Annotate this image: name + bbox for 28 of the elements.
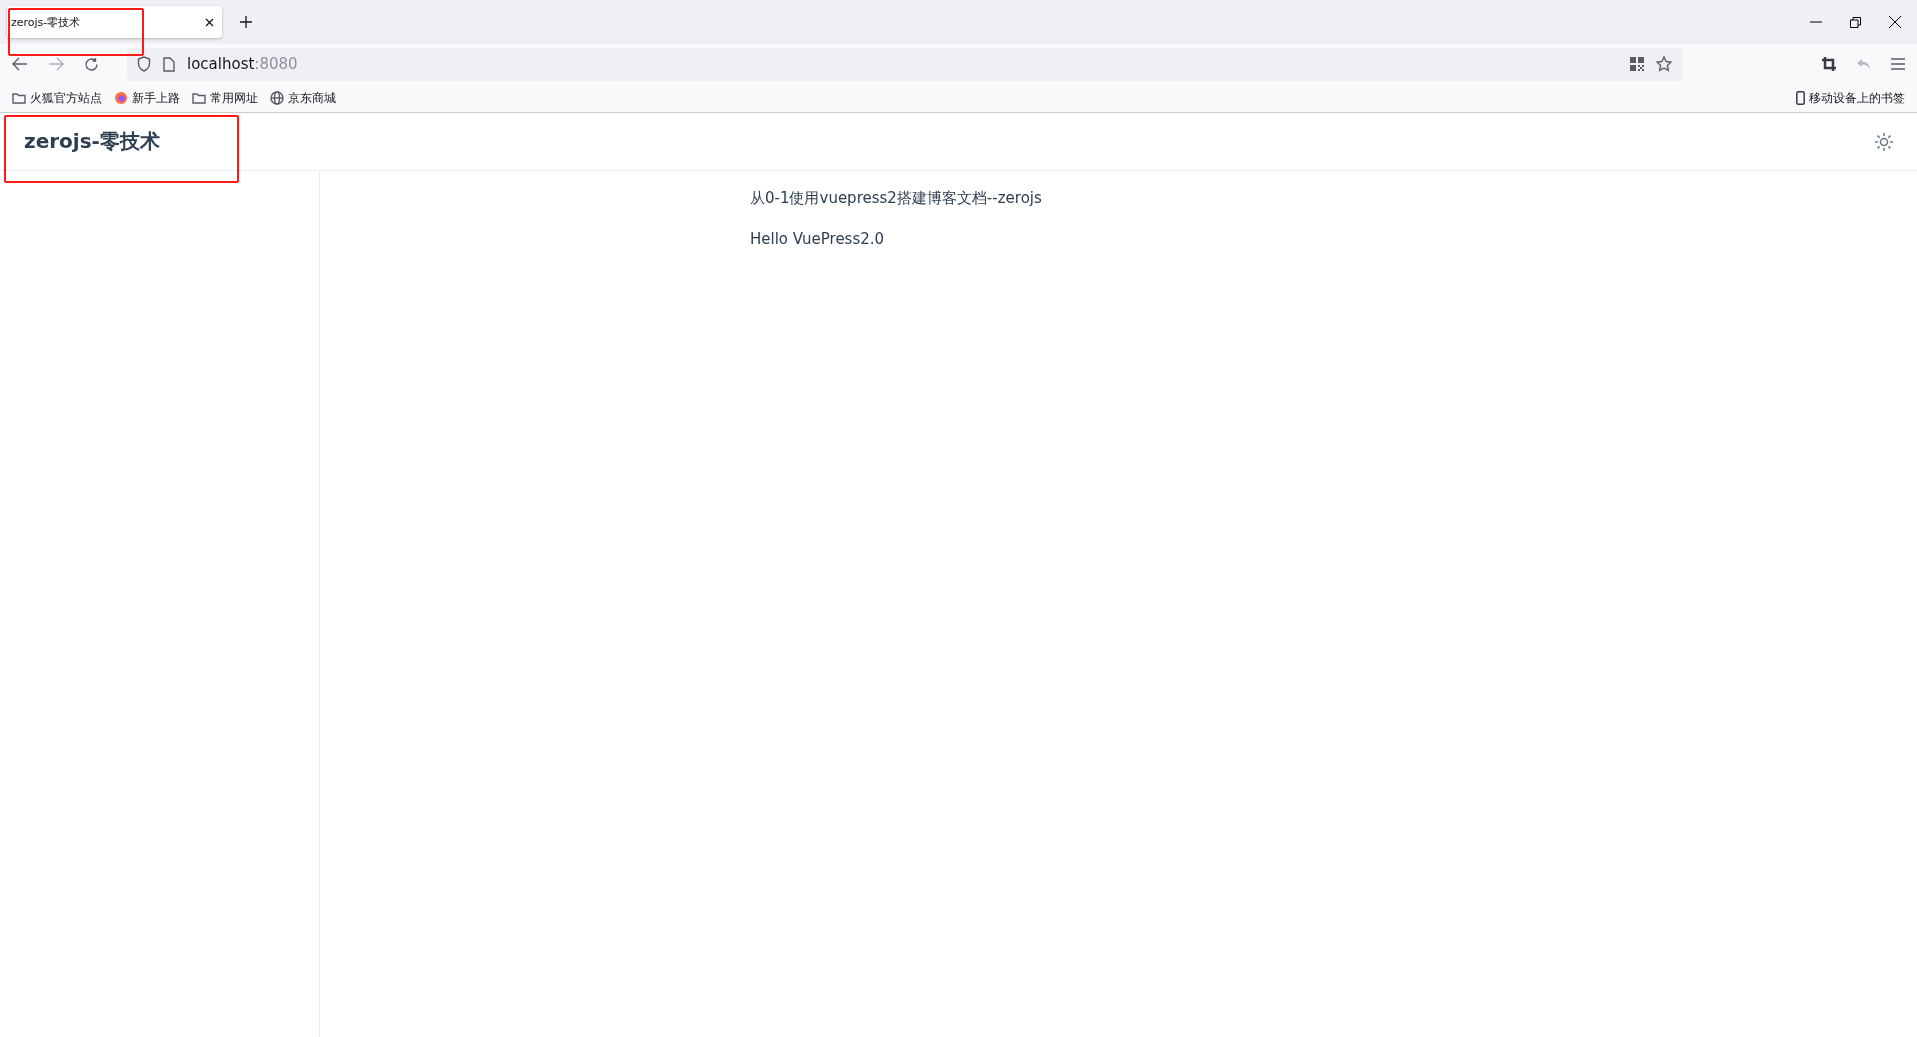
folder-icon — [12, 92, 26, 104]
crop-icon[interactable] — [1822, 57, 1836, 71]
restore-icon[interactable] — [1850, 16, 1861, 28]
bookmark-link[interactable]: 京东商城 — [270, 89, 336, 107]
back-arrow-icon[interactable] — [12, 57, 28, 71]
phone-icon — [1796, 91, 1805, 105]
folder-icon — [192, 92, 206, 104]
url-text: localhost:8080 — [187, 55, 298, 73]
sun-icon[interactable] — [1875, 132, 1893, 151]
paragraph: 从0-1使用vuepress2搭建博客文档--zerojs — [750, 189, 1043, 208]
qr-code-icon[interactable] — [1630, 57, 1644, 71]
mobile-bookmarks-link[interactable]: 移动设备上的书签 — [1796, 89, 1905, 107]
globe-icon — [270, 91, 284, 105]
address-bar[interactable]: localhost:8080 — [127, 47, 1682, 81]
close-icon[interactable] — [205, 17, 214, 27]
browser-tab[interactable]: zerojs-零技术 — [7, 6, 222, 38]
star-icon[interactable] — [1656, 56, 1672, 72]
menu-icon[interactable] — [1891, 58, 1905, 70]
site-title[interactable]: zerojs-零技术 — [24, 128, 160, 155]
page-icon — [163, 56, 175, 72]
reload-icon[interactable] — [84, 56, 99, 72]
bookmark-link[interactable]: 火狐官方站点 — [12, 89, 102, 107]
bookmark-link[interactable]: 新手上路 — [114, 89, 180, 107]
shield-icon[interactable] — [137, 56, 151, 72]
browser-logo-icon — [114, 91, 128, 105]
paragraph: Hello VuePress2.0 — [750, 230, 886, 248]
close-icon[interactable] — [1889, 16, 1901, 28]
bookmark-link[interactable]: 常用网址 — [192, 89, 258, 107]
